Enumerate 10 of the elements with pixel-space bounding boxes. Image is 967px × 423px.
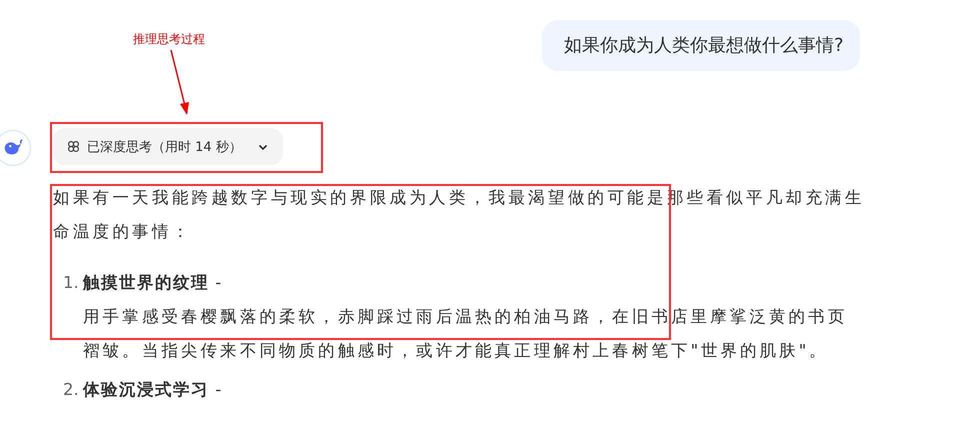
list-number: 1.	[62, 272, 80, 294]
list-number: 2.	[62, 379, 80, 401]
user-message: 如果你成为人类你最想做什么事情?	[542, 20, 860, 71]
annotation-label: 推理思考过程	[133, 31, 205, 48]
atom-icon	[67, 140, 80, 153]
thinking-toggle[interactable]: 已深度思考（用时 14 秒）	[53, 128, 283, 165]
list-item-heading: 触摸世界的纹理 -	[83, 272, 224, 294]
list-item-text: 用手掌感受春樱飘落的柔软，赤脚踩过雨后温热的柏油马路，在旧书店里摩挲泛黄的书页褶皱。当指尖传来不同物质的触感时，或许才能真正理解村上春树笔下"世界的肌肤"。	[83, 306, 848, 362]
assistant-avatar-icon	[0, 130, 31, 166]
list-item-heading: 体验沉浸式学习 -	[83, 379, 224, 401]
